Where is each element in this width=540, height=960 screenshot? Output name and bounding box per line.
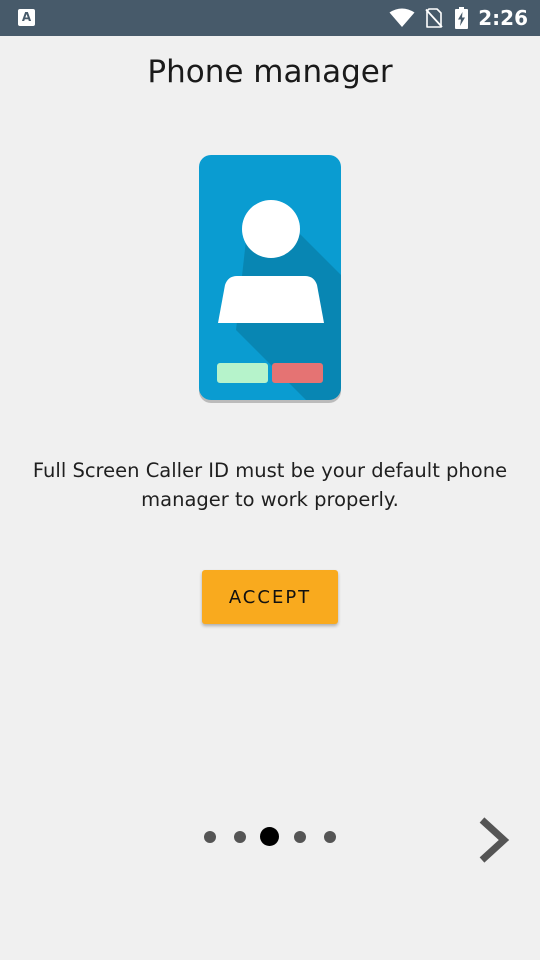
next-button[interactable] [470, 812, 518, 868]
decline-call-button-graphic [272, 363, 323, 383]
page-dot-2 [234, 831, 246, 843]
page-dot-1 [204, 831, 216, 843]
status-bar: A 2:26 [0, 0, 540, 36]
battery-charging-icon [455, 7, 469, 29]
answer-call-button-graphic [217, 363, 268, 383]
page-title: Phone manager [147, 54, 393, 90]
wifi-icon [389, 8, 415, 27]
phone-contact-illustration [196, 152, 346, 412]
no-sim-icon [425, 8, 443, 28]
page-indicator [200, 827, 340, 847]
page-dot-4 [294, 831, 306, 843]
status-time: 2:26 [478, 6, 528, 30]
page-dot-3-active [260, 827, 279, 846]
page-dot-5 [324, 831, 336, 843]
contact-avatar-head [242, 200, 300, 258]
contact-avatar-body [218, 276, 324, 323]
status-icons: 2:26 [389, 0, 528, 36]
app-notification-icon: A [18, 9, 35, 26]
accept-button[interactable]: ACCEPT [202, 570, 338, 624]
phone-illustration-graphic [199, 155, 341, 403]
chevron-right-icon [479, 817, 510, 863]
permission-description: Full Screen Caller ID must be your defau… [32, 459, 508, 511]
